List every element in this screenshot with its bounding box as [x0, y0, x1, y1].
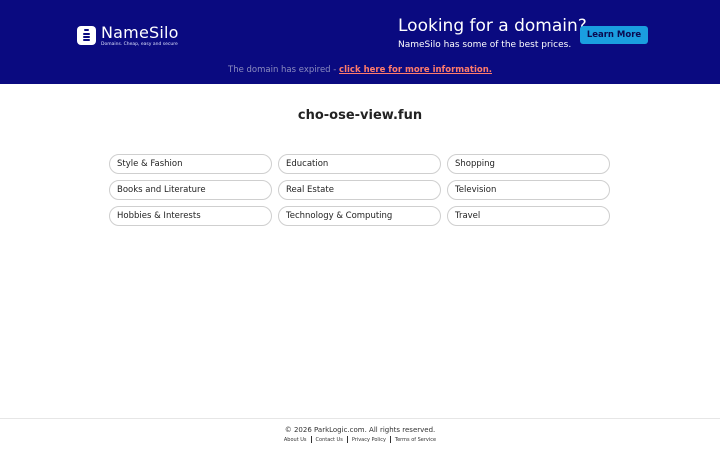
category-link[interactable]: Travel [447, 206, 610, 226]
namesilo-logo[interactable]: NameSilo Domains. Cheap, easy and secure [77, 24, 179, 48]
footer-links: About Us Contact Us Privacy Policy Terms of… [0, 436, 720, 443]
expired-info-link[interactable]: click here for more information. [339, 65, 492, 75]
promo-subtitle: NameSilo has some of the best prices. [398, 40, 572, 50]
category-link[interactable]: Technology & Computing [278, 206, 441, 226]
category-link[interactable]: Real Estate [278, 180, 441, 200]
privacy-policy-link[interactable]: Privacy Policy [348, 437, 390, 443]
namesilo-logo-icon [77, 26, 96, 45]
footer-divider [0, 418, 720, 419]
learn-more-button[interactable]: Learn More [580, 26, 648, 44]
promo-block: Looking for a domain? NameSilo has some … [398, 16, 587, 52]
about-us-link[interactable]: About Us [280, 437, 311, 443]
expired-notice: The domain has expired - click here for … [0, 65, 720, 75]
category-link[interactable]: Television [447, 180, 610, 200]
contact-us-link[interactable]: Contact Us [312, 437, 347, 443]
logo-name: NameSilo [101, 23, 179, 42]
category-link[interactable]: Style & Fashion [109, 154, 272, 174]
copyright-text: © 2026 ParkLogic.com. All rights reserve… [284, 426, 436, 434]
category-link[interactable]: Education [278, 154, 441, 174]
terms-of-service-link[interactable]: Terms of Service [391, 437, 440, 443]
category-link[interactable]: Hobbies & Interests [109, 206, 272, 226]
domain-title: cho-ose-view.fun [297, 108, 423, 123]
promo-title: Looking for a domain? [398, 16, 587, 36]
logo-tagline: Domains. Cheap, easy and secure [101, 42, 178, 47]
category-link[interactable]: Shopping [447, 154, 610, 174]
category-link[interactable]: Books and Literature [109, 180, 272, 200]
expired-text: The domain has expired - [228, 65, 340, 75]
header-banner: NameSilo Domains. Cheap, easy and secure… [0, 0, 720, 84]
category-grid: Style & Fashion Education Shopping Books… [109, 154, 611, 226]
